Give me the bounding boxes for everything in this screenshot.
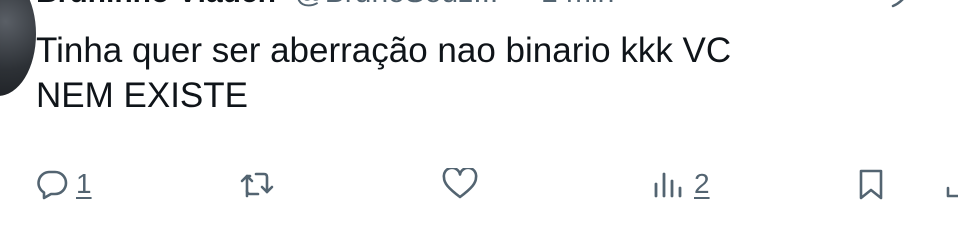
tweet-card[interactable]: Bruninho Vladen @BrunoSouz... · 1 min Ti… (0, 0, 959, 243)
reply-button[interactable]: 1 (36, 158, 92, 210)
share-icon (946, 186, 958, 198)
views-button[interactable]: 2 (652, 158, 710, 210)
like-button[interactable] (442, 158, 486, 210)
share-button[interactable] (942, 158, 958, 210)
reply-count: 1 (76, 168, 92, 199)
views-count: 2 (694, 168, 710, 199)
heart-icon (442, 168, 478, 199)
reply-icon (37, 170, 68, 200)
action-bar: 1 2 (0, 158, 959, 210)
tweet-text: Tinha quer ser aberração nao binario kkk… (36, 31, 732, 115)
bookmark-icon (859, 169, 883, 200)
timestamp[interactable]: 1 min (541, 0, 614, 9)
avatar[interactable] (0, 0, 36, 96)
bookmark-button[interactable] (856, 158, 886, 210)
views-icon (654, 172, 682, 198)
separator-dot: · (515, 0, 525, 9)
user-handle[interactable]: @BrunoSouz... (294, 0, 498, 9)
tweet-header: Bruninho Vladen @BrunoSouz... · 1 min (36, 0, 614, 8)
more-dots-icon[interactable] (889, 0, 915, 10)
display-name[interactable]: Bruninho Vladen (36, 0, 276, 9)
retweet-button[interactable] (240, 158, 282, 210)
retweet-icon (240, 172, 274, 198)
